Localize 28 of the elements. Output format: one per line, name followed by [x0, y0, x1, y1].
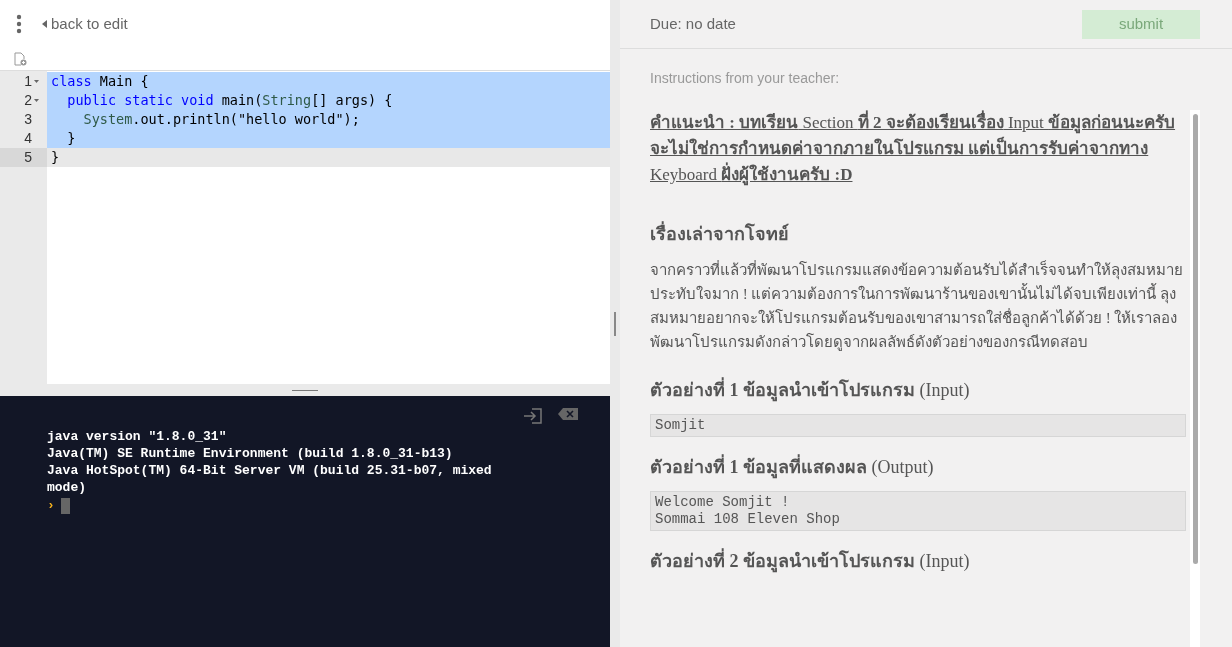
- console-line: Java HotSpot(TM) 64-Bit Server VM (build 25.31-b07, mixed mode): [47, 462, 493, 496]
- line-number: 5: [24, 148, 32, 167]
- story-paragraph: จากคราวที่แล้วที่พัฒนาโปรแกรมแสดงข้อความต้อนรับได้สำเร็จจนทำให้ลุงสมหมายประทับใจมาก ! แต่ความต้องการในการพัฒนาร้านของเขานั้นไม่ได้จบเพียงเท่านี้ ลุงสมหมายอยากจะให้โปรแกรมต้อนรับของเขาสามารถใส่ชื่อลูกค้าได้ด้วย ! ให้เราลองพัฒนาโปรแกรมดังกล่าวโดยดูจากผลลัพธ์ดังตัวอย่างของกรณีทดสอบ: [650, 259, 1184, 353]
- instructions-label: Instructions from your teacher:: [649, 69, 841, 88]
- prompt-symbol: ›: [47, 497, 55, 514]
- caret-icon: [42, 20, 47, 28]
- line-number: 3: [24, 110, 32, 129]
- sample-box: Somjit: [650, 414, 1186, 437]
- clear-icon[interactable]: [558, 408, 578, 420]
- due-date: Due: no date: [650, 13, 736, 34]
- section-heading: ตัวอย่างที่ 1 ข้อมูลที่แสดงผล (Output): [650, 455, 1186, 479]
- line-number: 4: [24, 129, 32, 148]
- line-number: 2: [24, 91, 32, 110]
- sign-in-icon[interactable]: [523, 408, 542, 424]
- console-line: java version "1.8.0_31": [47, 428, 228, 445]
- section-heading: เรื่องเล่าจากโจทย์: [650, 222, 1186, 246]
- new-file-icon[interactable]: [14, 52, 27, 66]
- instruction-note: คำแนะนำ : บทเรียน Section ที่ 2 จะต้องเรียนเรื่อง Input ข้อมูลก่อนนะครับ จะไม่ใช่การกำหนดค่าจากภายในโปรแกรม แต่เป็นการรับค่าจากทาง Keyboard ฝั่งผู้ใช้งานครับ :D: [650, 110, 1186, 188]
- console-line: Java(TM) SE Runtime Environment (build 1.8.0_31-b13): [47, 445, 454, 462]
- sample-box: Welcome Somjit ! Sommai 108 Eleven Shop: [650, 491, 1186, 531]
- fold-arrow-icon[interactable]: [34, 99, 39, 102]
- text-cursor: [60, 497, 70, 514]
- line-number: 1: [24, 72, 32, 91]
- section-heading: ตัวอย่างที่ 1 ข้อมูลนำเข้าโปรแกรม (Input): [650, 378, 1186, 402]
- fold-arrow-icon[interactable]: [34, 80, 39, 83]
- section-heading: ตัวอย่างที่ 2 ข้อมูลนำเข้าโปรแกรม (Input): [650, 549, 1186, 573]
- menu-icon[interactable]: [16, 14, 22, 34]
- back-link[interactable]: back to edit: [42, 12, 128, 36]
